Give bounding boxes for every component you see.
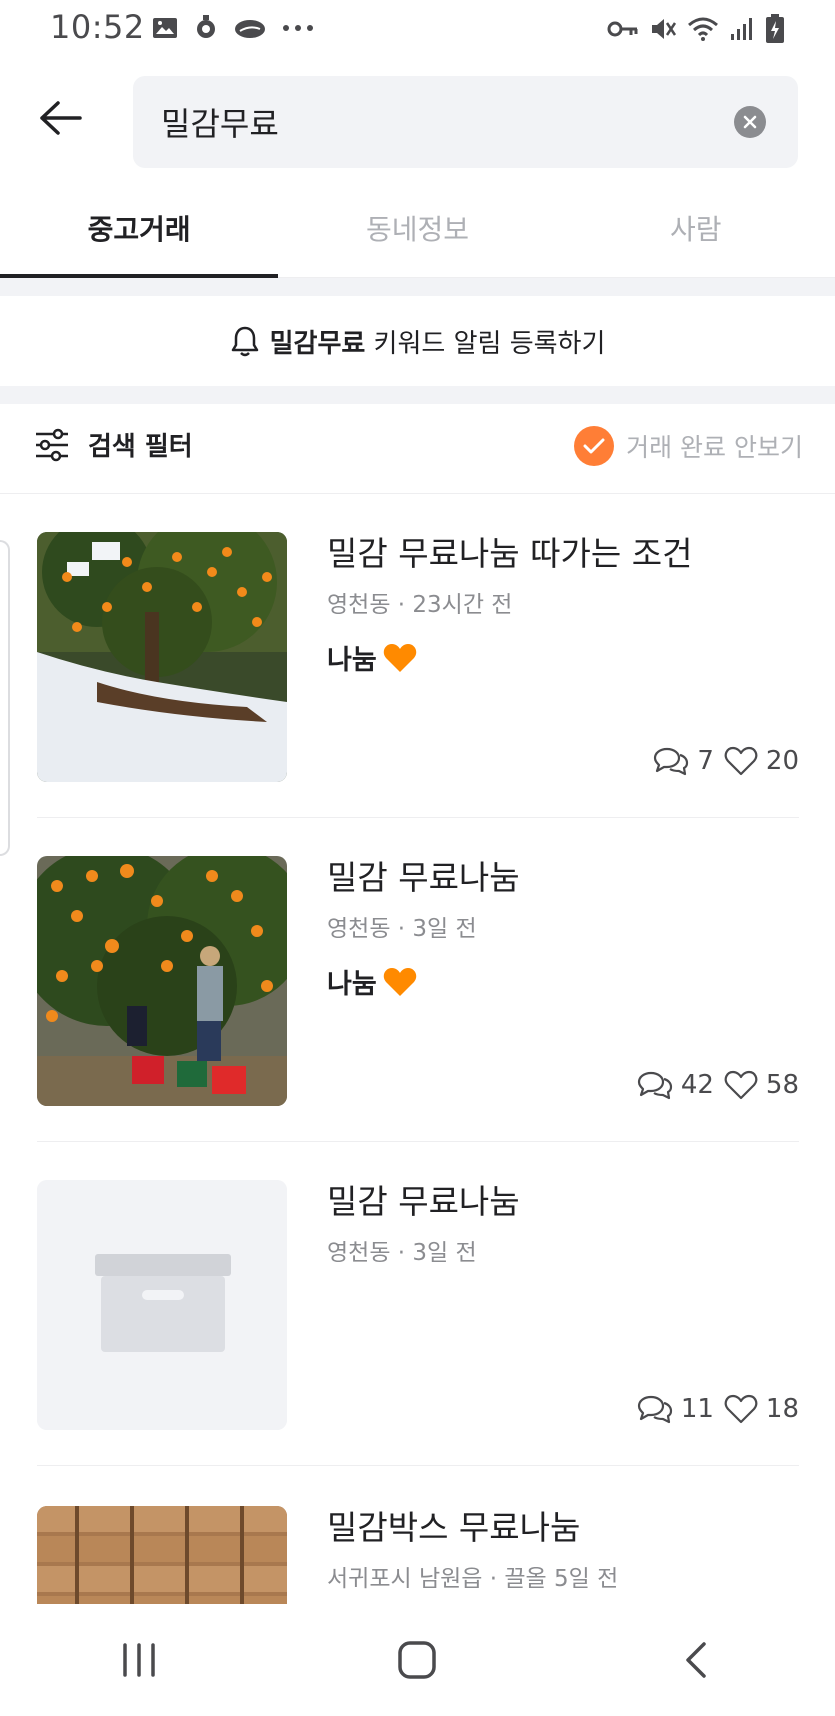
search-filter-button[interactable]: 검색 필터: [34, 426, 193, 463]
orange-heart-icon: [383, 643, 416, 672]
item-thumbnail: [37, 1506, 287, 1604]
item-title: 밀감 무료나눔: [327, 858, 520, 897]
chevron-left-icon: [686, 1642, 706, 1678]
orange-tree-snow-image: [37, 532, 287, 782]
home-icon: [398, 1641, 437, 1679]
search-tabs: 중고거래 동네정보 사람: [0, 190, 835, 278]
like-count-value: 18: [765, 1394, 799, 1424]
item-stats: 42 58: [637, 1069, 799, 1101]
like-count: 18: [724, 1394, 799, 1424]
search-filter-label: 검색 필터: [88, 432, 193, 462]
keyword-alarm-button[interactable]: 밀감무료 키워드 알림 등록하기: [0, 296, 835, 386]
item-price: 나눔: [327, 638, 797, 677]
item-price-label: 나눔: [327, 969, 377, 1000]
recent-apps-button[interactable]: [79, 1620, 199, 1700]
mute-icon: [652, 19, 677, 39]
placeholder-box-icon: [37, 1180, 287, 1430]
heart-outline-icon: [724, 1070, 758, 1100]
edge-panel-handle[interactable]: [0, 540, 10, 856]
item-meta: 영천동 · 23시간 전: [327, 592, 513, 618]
chat-count-value: 7: [697, 746, 714, 776]
divider: [0, 386, 835, 404]
like-count: 58: [724, 1070, 799, 1100]
clear-search-button[interactable]: [734, 106, 766, 138]
item-title: 밀감 무료나눔 따가는 조건: [327, 534, 693, 573]
item-meta: 영천동 · 3일 전: [327, 916, 477, 942]
chat-count: 7: [653, 745, 714, 777]
item-title: 밀감박스 무료나눔: [327, 1508, 581, 1547]
chat-count-value: 42: [680, 1070, 714, 1100]
orange-tree-harvest-image: [37, 856, 287, 1106]
tab-neighborhood-info[interactable]: 동네정보: [278, 190, 556, 277]
item-price-label: 나눔: [327, 645, 377, 676]
wooden-crates-image: [37, 1506, 287, 1604]
list-item[interactable]: 밀감 무료나눔 영천동 · 3일 전 11 18: [37, 1142, 799, 1466]
more-dots-icon: [283, 25, 313, 31]
alarm-text: 밀감무료 키워드 알림 등록하기: [270, 323, 606, 360]
key-icon: [607, 21, 638, 37]
system-back-button[interactable]: [636, 1620, 756, 1700]
item-meta: 서귀포시 남원읍 · 끌올 5일 전: [327, 1566, 619, 1592]
divider: [0, 278, 835, 296]
hide-completed-label: 거래 완료 안보기: [626, 433, 803, 462]
image-icon: [153, 18, 177, 38]
item-thumbnail: [37, 1180, 287, 1430]
close-icon: [743, 115, 757, 129]
orange-heart-icon: [383, 967, 416, 996]
alarm-keyword: 밀감무료: [269, 328, 366, 359]
wifi-icon: [688, 17, 718, 41]
status-time: 10:52: [50, 8, 145, 46]
item-title: 밀감 무료나눔: [327, 1182, 520, 1221]
signal-icon: [731, 18, 752, 40]
search-box: [133, 76, 798, 168]
tab-used-trade[interactable]: 중고거래: [0, 190, 279, 278]
chat-bubble-icon: [637, 1071, 672, 1100]
chat-bubble-icon: [654, 747, 689, 776]
home-button[interactable]: [357, 1620, 477, 1700]
filter-row: 검색 필터 거래 완료 안보기: [0, 404, 835, 494]
sliders-icon: [36, 428, 68, 461]
like-count: 20: [724, 746, 799, 776]
bell-icon: [231, 326, 258, 357]
item-thumbnail: [37, 532, 287, 782]
arrow-left-icon: [40, 101, 82, 135]
cloud-icon: [235, 20, 265, 38]
chat-count: 42: [637, 1069, 714, 1101]
chat-bubble-icon: [637, 1395, 672, 1424]
item-stats: 7 20: [653, 745, 799, 777]
location-pin-icon: [197, 15, 215, 38]
search-input[interactable]: [161, 76, 721, 168]
heart-outline-icon: [724, 746, 758, 776]
hide-completed-toggle[interactable]: 거래 완료 안보기: [574, 426, 803, 466]
status-bar: 10:52: [0, 0, 835, 56]
heart-outline-icon: [724, 1394, 758, 1424]
item-thumbnail: [37, 856, 287, 1106]
chat-count: 11: [637, 1393, 714, 1425]
search-header: [0, 66, 835, 176]
tab-people[interactable]: 사람: [557, 190, 835, 277]
item-stats: 11 18: [637, 1393, 799, 1425]
item-meta: 영천동 · 3일 전: [327, 1240, 477, 1266]
recent-apps-icon: [123, 1643, 155, 1677]
list-item[interactable]: 밀감 무료나눔 따가는 조건 영천동 · 23시간 전 나눔 7 20: [37, 494, 799, 818]
list-item[interactable]: 밀감박스 무료나눔 서귀포시 남원읍 · 끌올 5일 전: [37, 1466, 799, 1604]
list-item[interactable]: 밀감 무료나눔 영천동 · 3일 전 나눔 42 58: [37, 818, 799, 1142]
back-button[interactable]: [30, 94, 90, 142]
chat-count-value: 11: [680, 1394, 714, 1424]
like-count-value: 20: [765, 746, 799, 776]
battery-charging-icon: [766, 14, 784, 43]
check-icon: [583, 438, 605, 454]
alarm-suffix: 키워드 알림 등록하기: [365, 328, 606, 359]
check-circle: [574, 426, 615, 466]
system-nav-bar: [0, 1604, 835, 1716]
like-count-value: 58: [765, 1070, 799, 1100]
item-price: 나눔: [327, 962, 797, 1001]
